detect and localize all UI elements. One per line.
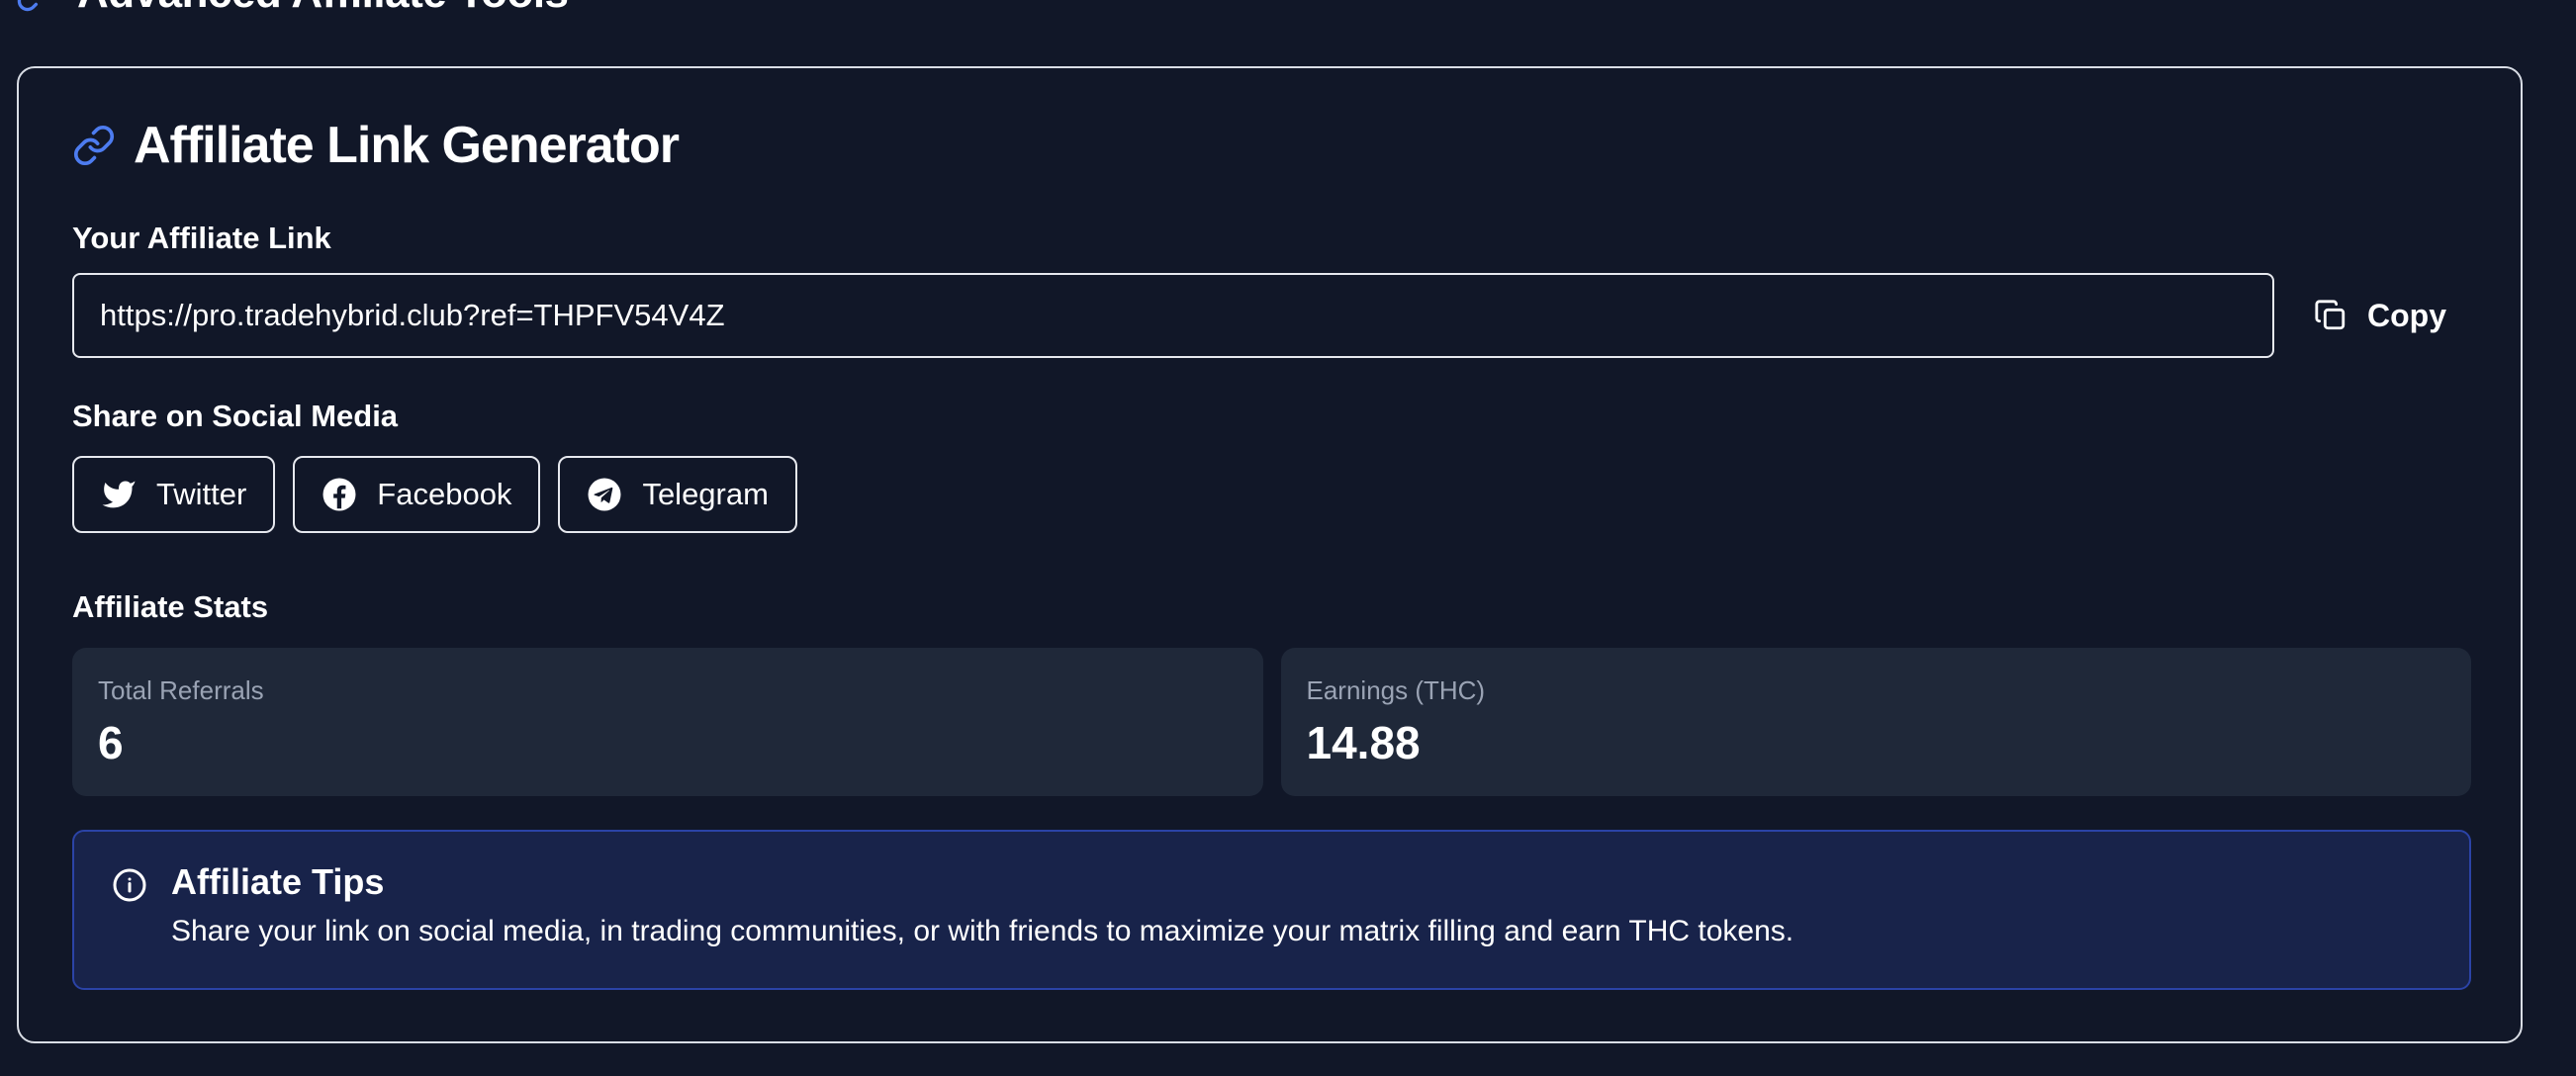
affiliate-link-generator-card: Affiliate Link Generator Your Affiliate … <box>17 66 2523 1043</box>
page-header: Advanced Affiliate Tools <box>16 0 569 20</box>
affiliate-tips-box: Affiliate Tips Share your link on social… <box>72 830 2471 990</box>
telegram-share-label: Telegram <box>642 477 769 511</box>
twitter-share-label: Twitter <box>156 477 247 511</box>
affiliate-tips-text: Share your link on social media, in trad… <box>171 915 1794 947</box>
card-title: Affiliate Link Generator <box>134 117 680 174</box>
affiliate-tips-title: Affiliate Tips <box>171 861 385 902</box>
earnings-value: 14.88 <box>1306 717 1421 768</box>
facebook-icon <box>322 477 357 512</box>
copy-button[interactable]: Copy <box>2306 288 2454 343</box>
total-referrals-value: 6 <box>98 717 124 768</box>
affiliate-stats-label: Affiliate Stats <box>72 589 269 624</box>
social-media-label: Share on Social Media <box>72 399 399 433</box>
affiliate-link-input[interactable] <box>72 273 2274 358</box>
link-icon <box>72 124 116 167</box>
total-referrals-label: Total Referrals <box>98 675 264 705</box>
telegram-share-button[interactable]: Telegram <box>558 456 797 533</box>
earnings-label: Earnings (THC) <box>1306 675 1486 705</box>
link-icon <box>16 0 55 13</box>
affiliate-link-label: Your Affiliate Link <box>72 221 331 255</box>
copy-icon <box>2314 299 2347 332</box>
social-share-buttons: Twitter Facebook Telegram <box>72 456 797 533</box>
copy-button-label: Copy <box>2367 297 2446 333</box>
facebook-share-label: Facebook <box>377 477 512 511</box>
page-title: Advanced Affiliate Tools <box>77 0 569 18</box>
facebook-share-button[interactable]: Facebook <box>293 456 541 533</box>
earnings-card: Earnings (THC) 14.88 <box>1280 648 2471 796</box>
telegram-icon <box>587 477 622 512</box>
total-referrals-card: Total Referrals 6 <box>72 648 1263 796</box>
twitter-icon <box>101 477 137 512</box>
twitter-share-button[interactable]: Twitter <box>72 456 276 533</box>
info-icon <box>112 867 147 903</box>
card-title-row: Affiliate Link Generator <box>72 116 680 175</box>
affiliate-stats: Total Referrals 6 Earnings (THC) 14.88 <box>72 648 2471 796</box>
